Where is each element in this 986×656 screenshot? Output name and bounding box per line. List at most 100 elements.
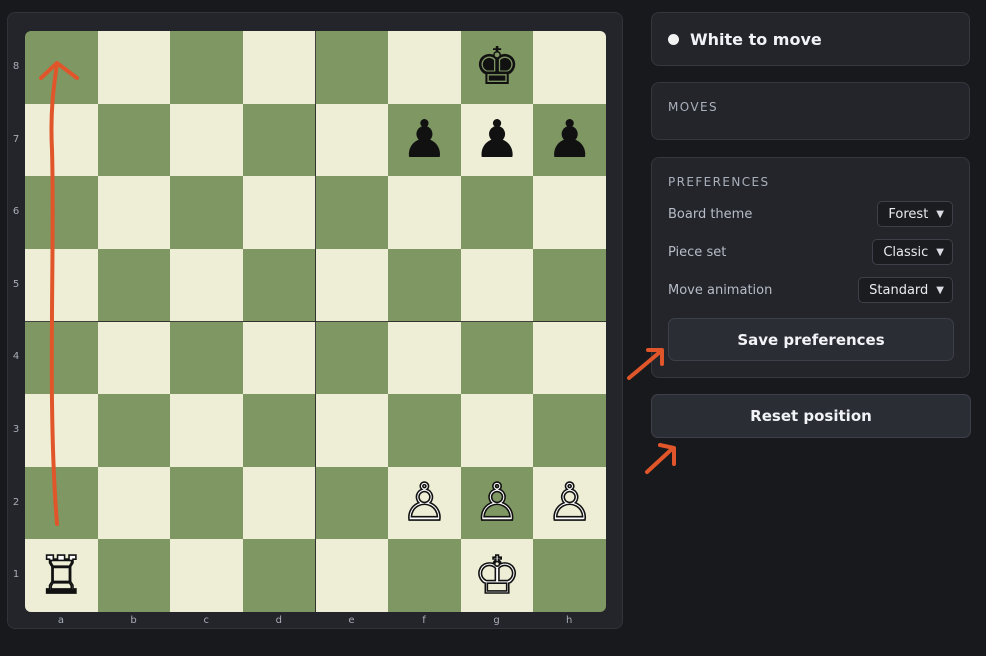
rank-label-2: 2: [12, 496, 20, 508]
square-d1[interactable]: [242, 539, 316, 612]
square-h5[interactable]: [533, 248, 606, 322]
rank-label-5: 5: [12, 278, 20, 290]
square-f4[interactable]: [388, 321, 461, 395]
square-c8[interactable]: [170, 31, 243, 104]
square-f2[interactable]: ♙: [388, 466, 461, 540]
file-label-h: h: [566, 615, 573, 626]
square-f7[interactable]: ♟: [388, 103, 461, 177]
square-g8[interactable]: ♚: [460, 31, 534, 104]
square-h7[interactable]: ♟: [533, 103, 606, 177]
square-d3[interactable]: [242, 394, 316, 467]
square-g6[interactable]: [460, 176, 534, 249]
pref-row-board-theme: Board theme Forest ▼: [668, 200, 953, 228]
white-pawn-h2[interactable]: ♙: [546, 476, 594, 530]
white-rook-a1[interactable]: ♖: [37, 549, 85, 603]
square-a7[interactable]: [25, 103, 98, 177]
square-d7[interactable]: [242, 103, 316, 177]
file-label-c: c: [203, 615, 209, 626]
square-g2[interactable]: ♙: [460, 466, 534, 540]
board-theme-label: Board theme: [668, 206, 753, 222]
square-a6[interactable]: [25, 176, 98, 249]
square-e6[interactable]: [315, 176, 389, 249]
square-a2[interactable]: [25, 466, 98, 540]
rank-label-6: 6: [12, 206, 20, 218]
square-e1[interactable]: [315, 539, 389, 612]
square-c6[interactable]: [170, 176, 243, 249]
pref-row-move-animation: Move animation Standard ▼: [668, 276, 953, 304]
square-c3[interactable]: [170, 394, 243, 467]
board-theme-select[interactable]: Forest ▼: [877, 201, 953, 227]
square-h6[interactable]: [533, 176, 606, 249]
square-b6[interactable]: [97, 176, 171, 249]
square-b1[interactable]: [97, 539, 171, 612]
square-h3[interactable]: [533, 394, 606, 467]
file-label-a: a: [57, 615, 65, 626]
square-c4[interactable]: [170, 321, 243, 395]
pref-row-piece-set: Piece set Classic ▼: [668, 238, 953, 266]
white-king-g1[interactable]: ♔: [473, 549, 521, 603]
square-c5[interactable]: [170, 248, 243, 322]
square-d2[interactable]: [242, 466, 316, 540]
white-pawn-g2[interactable]: ♙: [473, 476, 521, 530]
square-h4[interactable]: [533, 321, 606, 395]
rank-label-1: 1: [12, 569, 20, 581]
square-b2[interactable]: [97, 466, 171, 540]
chevron-down-icon: ▼: [936, 246, 944, 258]
square-d5[interactable]: [242, 248, 316, 322]
square-b4[interactable]: [97, 321, 171, 395]
square-a8[interactable]: [25, 31, 98, 104]
square-h2[interactable]: ♙: [533, 466, 606, 540]
square-a4[interactable]: [25, 321, 98, 395]
reset-position-button[interactable]: Reset position: [651, 394, 971, 438]
square-c2[interactable]: [170, 466, 243, 540]
black-pawn-g7[interactable]: ♟: [474, 114, 521, 166]
square-f5[interactable]: [388, 248, 461, 322]
rank-label-8: 8: [12, 61, 20, 72]
square-g5[interactable]: [460, 248, 534, 322]
rank-label-3: 3: [12, 424, 20, 435]
square-h1[interactable]: [533, 539, 606, 612]
square-e3[interactable]: [315, 394, 389, 467]
square-c7[interactable]: [170, 103, 243, 177]
black-pawn-h7[interactable]: ♟: [546, 114, 593, 166]
black-pawn-f7[interactable]: ♟: [401, 114, 448, 166]
square-f1[interactable]: [388, 539, 461, 612]
square-b8[interactable]: [97, 31, 171, 104]
square-a5[interactable]: [25, 248, 98, 322]
black-king-g8[interactable]: ♚: [474, 41, 521, 93]
square-g4[interactable]: [460, 321, 534, 395]
file-label-g: g: [493, 615, 500, 626]
white-pawn-f2[interactable]: ♙: [400, 476, 448, 530]
square-b3[interactable]: [97, 394, 171, 467]
turn-status-text: White to move: [690, 29, 822, 49]
turn-status: White to move: [651, 12, 970, 66]
save-preferences-button[interactable]: Save preferences: [668, 318, 954, 361]
move-animation-select[interactable]: Standard ▼: [858, 277, 953, 303]
square-c1[interactable]: [170, 539, 243, 612]
moves-panel: MOVES: [651, 82, 970, 140]
square-e8[interactable]: [315, 31, 389, 104]
file-label-e: e: [348, 615, 355, 626]
square-f8[interactable]: [388, 31, 461, 104]
square-a1[interactable]: ♖: [25, 539, 98, 612]
move-animation-label: Move animation: [668, 282, 773, 298]
square-h8[interactable]: [533, 31, 606, 104]
square-b7[interactable]: [97, 103, 171, 177]
square-d8[interactable]: [242, 31, 316, 104]
square-d4[interactable]: [242, 321, 316, 395]
square-g3[interactable]: [460, 394, 534, 467]
square-g1[interactable]: ♔: [460, 539, 534, 612]
square-a3[interactable]: [25, 394, 98, 467]
square-f6[interactable]: [388, 176, 461, 249]
square-e4[interactable]: [315, 321, 389, 395]
piece-set-select[interactable]: Classic ▼: [872, 239, 953, 265]
square-b5[interactable]: [97, 248, 171, 322]
square-f3[interactable]: [388, 394, 461, 467]
square-e7[interactable]: [315, 103, 389, 177]
square-e2[interactable]: [315, 466, 389, 540]
piece-set-label: Piece set: [668, 244, 727, 260]
square-d6[interactable]: [242, 176, 316, 249]
pointer-arrow-reset-annotation: [645, 443, 676, 474]
square-e5[interactable]: [315, 248, 389, 322]
square-g7[interactable]: ♟: [460, 103, 534, 177]
